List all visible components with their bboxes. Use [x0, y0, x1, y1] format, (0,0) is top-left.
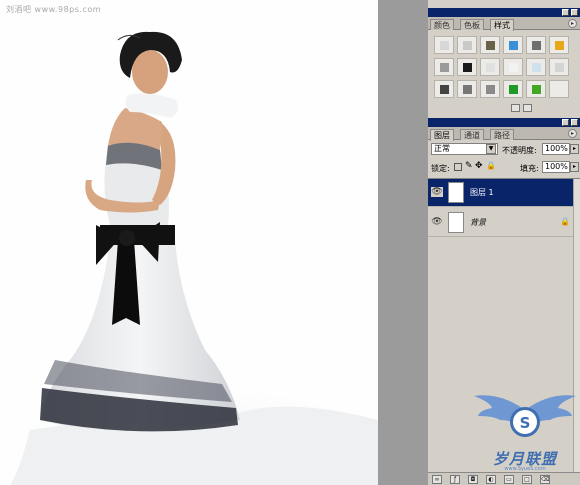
- close-button[interactable]: [571, 119, 578, 126]
- style-swatch[interactable]: [457, 80, 477, 98]
- style-swatch[interactable]: [549, 58, 569, 76]
- chevron-down-icon[interactable]: ▼: [486, 144, 496, 154]
- panel-menu-arrow-icon[interactable]: ▸: [568, 129, 577, 138]
- style-preview: [509, 85, 518, 94]
- fill-label: 填充:: [520, 164, 539, 173]
- opacity-label: 不透明度:: [502, 146, 537, 155]
- style-swatch[interactable]: [549, 36, 569, 54]
- visibility-eye-icon[interactable]: 👁: [431, 187, 443, 197]
- style-preview: [486, 63, 495, 72]
- workspace-background: [378, 0, 428, 485]
- style-preview: [463, 41, 472, 50]
- delete-style-icon[interactable]: [523, 104, 532, 112]
- styles-panel-titlebar[interactable]: [428, 8, 580, 17]
- style-preview: [486, 41, 495, 50]
- style-swatch[interactable]: [526, 80, 546, 98]
- layer-row-1[interactable]: 👁 图层 1: [428, 179, 580, 207]
- style-preview: [555, 41, 564, 50]
- visibility-eye-icon[interactable]: 👁: [431, 217, 443, 227]
- photoshop-workspace: 刘酒吧 www.98ps.com 颜色 色板 样式 ▸ 图层 通道 路径 ▸ 正…: [0, 0, 580, 485]
- lock-icon: 🔒: [560, 217, 570, 226]
- layer-name[interactable]: 图层 1: [470, 187, 494, 198]
- layers-panel-tabs: 图层 通道 路径 ▸: [428, 127, 580, 141]
- styles-panel-footer-icons: [508, 104, 532, 114]
- style-preview: [440, 41, 449, 50]
- layer-thumbnail: [448, 212, 464, 233]
- style-swatch[interactable]: [457, 58, 477, 76]
- style-swatch[interactable]: [480, 58, 500, 76]
- site-logo: S 岁月联盟 www.SyueS.com: [470, 390, 580, 475]
- opacity-slider-arrow-icon[interactable]: ▸: [570, 144, 579, 154]
- style-swatch[interactable]: [434, 36, 454, 54]
- style-preview: [463, 85, 472, 94]
- watermark-text: 刘酒吧 www.98ps.com: [6, 5, 102, 14]
- panel-menu-arrow-icon[interactable]: ▸: [568, 19, 577, 28]
- delete-layer-icon[interactable]: ⌫: [540, 475, 550, 484]
- layers-panel-titlebar[interactable]: [428, 118, 580, 127]
- link-layers-icon[interactable]: ∞: [432, 475, 442, 484]
- style-preview: [509, 41, 518, 50]
- lock-all-icon[interactable]: 🔒: [486, 161, 496, 170]
- lock-label: 锁定:: [431, 164, 450, 173]
- document-canvas[interactable]: 刘酒吧 www.98ps.com: [0, 0, 378, 485]
- style-swatch[interactable]: [434, 80, 454, 98]
- style-preview: [463, 63, 472, 72]
- new-style-icon[interactable]: [511, 104, 520, 112]
- style-swatch[interactable]: [503, 80, 523, 98]
- style-swatch[interactable]: [503, 58, 523, 76]
- tab-color[interactable]: 颜色: [430, 19, 454, 30]
- style-preview: [486, 85, 495, 94]
- style-preview: [509, 63, 518, 72]
- style-preview: [555, 63, 564, 72]
- styles-panel-tabs: 颜色 色板 样式 ▸: [428, 17, 580, 31]
- minimize-button[interactable]: [562, 9, 569, 16]
- fill-input[interactable]: 100%: [542, 161, 570, 173]
- tab-styles[interactable]: 样式: [490, 19, 514, 31]
- style-swatch[interactable]: [503, 36, 523, 54]
- style-swatch[interactable]: [457, 36, 477, 54]
- tab-paths[interactable]: 路径: [490, 129, 514, 140]
- blend-row: 正常 ▼ 不透明度: 100% ▸: [428, 142, 580, 158]
- style-swatch[interactable]: [480, 80, 500, 98]
- style-swatch[interactable]: [526, 58, 546, 76]
- new-group-icon[interactable]: ▭: [504, 475, 514, 484]
- lock-row: 锁定: ✎ ✥ 🔒 填充: 100% ▸: [428, 160, 580, 176]
- logo-letter: S: [520, 414, 531, 432]
- opacity-input[interactable]: 100%: [542, 143, 570, 155]
- minimize-button[interactable]: [562, 119, 569, 126]
- tab-channels[interactable]: 通道: [460, 129, 484, 140]
- tab-swatches[interactable]: 色板: [460, 19, 484, 30]
- photo-bride-in-white-gown: [0, 31, 378, 485]
- lock-transparent-icon[interactable]: [454, 163, 462, 171]
- style-swatch[interactable]: [434, 58, 454, 76]
- style-preview: [440, 85, 449, 94]
- layer-thumbnail: [448, 182, 464, 203]
- winged-s-logo-icon: S: [474, 395, 576, 437]
- layer-name[interactable]: 背景: [470, 217, 486, 228]
- add-mask-icon[interactable]: ◘: [468, 475, 478, 484]
- style-preview: [555, 85, 564, 94]
- style-preview: [532, 41, 541, 50]
- new-layer-icon[interactable]: □: [522, 475, 532, 484]
- style-preview: [532, 63, 541, 72]
- lock-paint-icon[interactable]: ✎: [465, 161, 473, 171]
- layer-row-background[interactable]: 👁 背景 🔒: [428, 209, 580, 237]
- style-preview: [440, 63, 449, 72]
- style-preview: [532, 85, 541, 94]
- lock-move-icon[interactable]: ✥: [475, 161, 483, 171]
- fill-slider-arrow-icon[interactable]: ▸: [570, 162, 579, 172]
- style-swatch[interactable]: [549, 80, 569, 98]
- adjustment-layer-icon[interactable]: ◐: [486, 475, 496, 484]
- logo-url: www.SyueS.com: [504, 466, 546, 472]
- close-button[interactable]: [571, 9, 578, 16]
- layer-style-icon[interactable]: ƒ: [450, 475, 460, 484]
- style-swatch[interactable]: [526, 36, 546, 54]
- style-swatch[interactable]: [480, 36, 500, 54]
- tab-layers[interactable]: 图层: [430, 129, 454, 141]
